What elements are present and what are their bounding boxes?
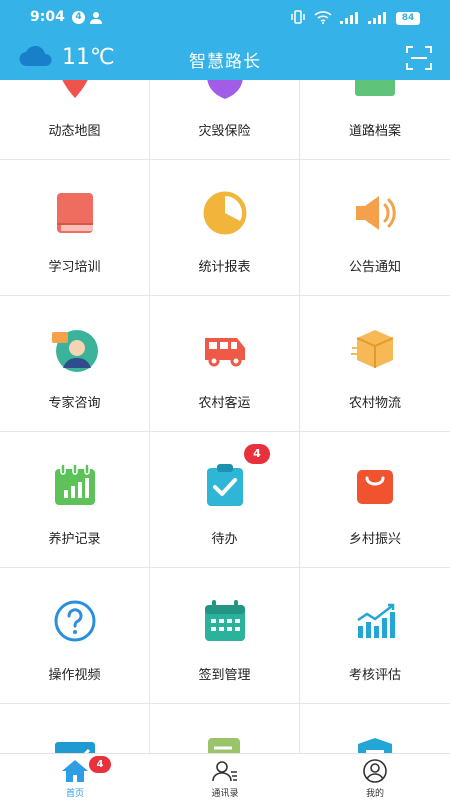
bottom-tab-bar: 4 首页 通讯录 我的 xyxy=(0,753,450,800)
grid-item-rural-logistics[interactable]: 农村物流 xyxy=(300,296,450,432)
home-badge: 4 xyxy=(89,756,111,773)
question-icon xyxy=(50,596,100,646)
grid-item-maintenance-record[interactable]: 养护记录 xyxy=(0,432,150,568)
function-grid: 动态地图 灾毁保险 道路档案 学习培训 统计报表 公告通知 专家咨询 农村客运 … xyxy=(0,80,450,753)
person-status-icon xyxy=(90,10,104,29)
scan-icon[interactable] xyxy=(406,46,432,74)
tab-home[interactable]: 4 首页 xyxy=(0,754,150,800)
tab-contacts[interactable]: 通讯录 xyxy=(150,754,300,800)
trend-screen-icon xyxy=(50,732,100,753)
grid-item-label: 乡村振兴 xyxy=(348,532,401,547)
grid-item-expert-consult[interactable]: 专家咨询 xyxy=(0,296,150,432)
status-time: 9:04 xyxy=(30,9,65,25)
grid-item-assessment[interactable]: 考核评估 xyxy=(300,568,450,704)
bar-chart-icon xyxy=(350,596,400,646)
map-icon xyxy=(50,80,100,102)
tab-mine-label: 我的 xyxy=(365,789,384,799)
notification-count-badge: 4 xyxy=(72,11,85,24)
expert-icon xyxy=(50,324,100,374)
grid-item-trend[interactable] xyxy=(0,704,150,753)
package-icon xyxy=(350,324,400,374)
grid-item-tutorial-video[interactable]: 操作视频 xyxy=(0,568,150,704)
grid-item-label: 考核评估 xyxy=(348,668,401,683)
grid-item-label: 养护记录 xyxy=(48,532,101,547)
book-icon xyxy=(50,188,100,238)
grid-item-road-archive[interactable]: 道路档案 xyxy=(300,80,450,160)
grid-item-dynamic-map[interactable]: 动态地图 xyxy=(0,80,150,160)
grid-item-training[interactable]: 学习培训 xyxy=(0,160,150,296)
vibrate-icon xyxy=(290,9,306,28)
insurance-icon xyxy=(200,80,250,102)
grid-item-label: 专家咨询 xyxy=(48,396,101,411)
status-bar: 9:04 4 84 xyxy=(0,0,450,36)
profile-icon xyxy=(363,759,387,783)
grid-item-shield[interactable] xyxy=(300,704,450,753)
speaker-icon xyxy=(350,188,400,238)
grid-item-announcement[interactable]: 公告通知 xyxy=(300,160,450,296)
grid-item-statistics[interactable]: 统计报表 xyxy=(150,160,300,296)
grid-item-disaster-insurance[interactable]: 灾毁保险 xyxy=(150,80,300,160)
clipboard-check-icon xyxy=(200,460,250,510)
grid-item-label: 动态地图 xyxy=(48,124,101,139)
page-title: 智慧路长 xyxy=(189,52,261,72)
pie-chart-icon xyxy=(200,188,250,238)
grid-item-label: 待办 xyxy=(211,532,238,547)
shopping-bag-icon xyxy=(350,460,400,510)
app-header: 11℃ 智慧路长 xyxy=(0,36,450,80)
tab-contacts-label: 通讯录 xyxy=(211,789,239,799)
grid-item-rural-revitalization[interactable]: 乡村振兴 xyxy=(300,432,450,568)
grid-item-todo[interactable]: 4 待办 xyxy=(150,432,300,568)
grid-item-label: 学习培训 xyxy=(48,260,101,275)
tab-home-label: 首页 xyxy=(65,789,84,799)
calendar-chart-icon xyxy=(50,460,100,510)
grid-item-sign-in[interactable]: 签到管理 xyxy=(150,568,300,704)
tab-mine[interactable]: 我的 xyxy=(300,754,450,800)
grid-item-label: 签到管理 xyxy=(198,668,251,683)
grid-item-label: 统计报表 xyxy=(198,260,251,275)
grid-item-label: 操作视频 xyxy=(48,668,101,683)
signal-icon-2 xyxy=(368,9,388,28)
grid-item-label: 农村客运 xyxy=(198,396,251,411)
sign-in-calendar-icon xyxy=(200,596,250,646)
grid-item-rural-bus[interactable]: 农村客运 xyxy=(150,296,300,432)
grid-item-label: 灾毁保险 xyxy=(198,124,251,139)
todo-count-badge: 4 xyxy=(244,444,270,464)
contacts-icon xyxy=(212,761,237,782)
signal-icon-1 xyxy=(340,9,360,28)
grid-item-label: 公告通知 xyxy=(348,260,401,275)
shield-bag-icon xyxy=(350,732,400,753)
grid-item-label: 农村物流 xyxy=(348,396,401,411)
archive-icon xyxy=(350,80,400,102)
document-edit-icon xyxy=(200,732,250,753)
bus-icon xyxy=(200,324,250,374)
grid-item-label: 道路档案 xyxy=(348,124,401,139)
grid-item-document[interactable] xyxy=(150,704,300,753)
home-icon xyxy=(62,760,88,782)
battery-indicator: 84 xyxy=(396,12,420,25)
wifi-icon xyxy=(314,9,332,28)
